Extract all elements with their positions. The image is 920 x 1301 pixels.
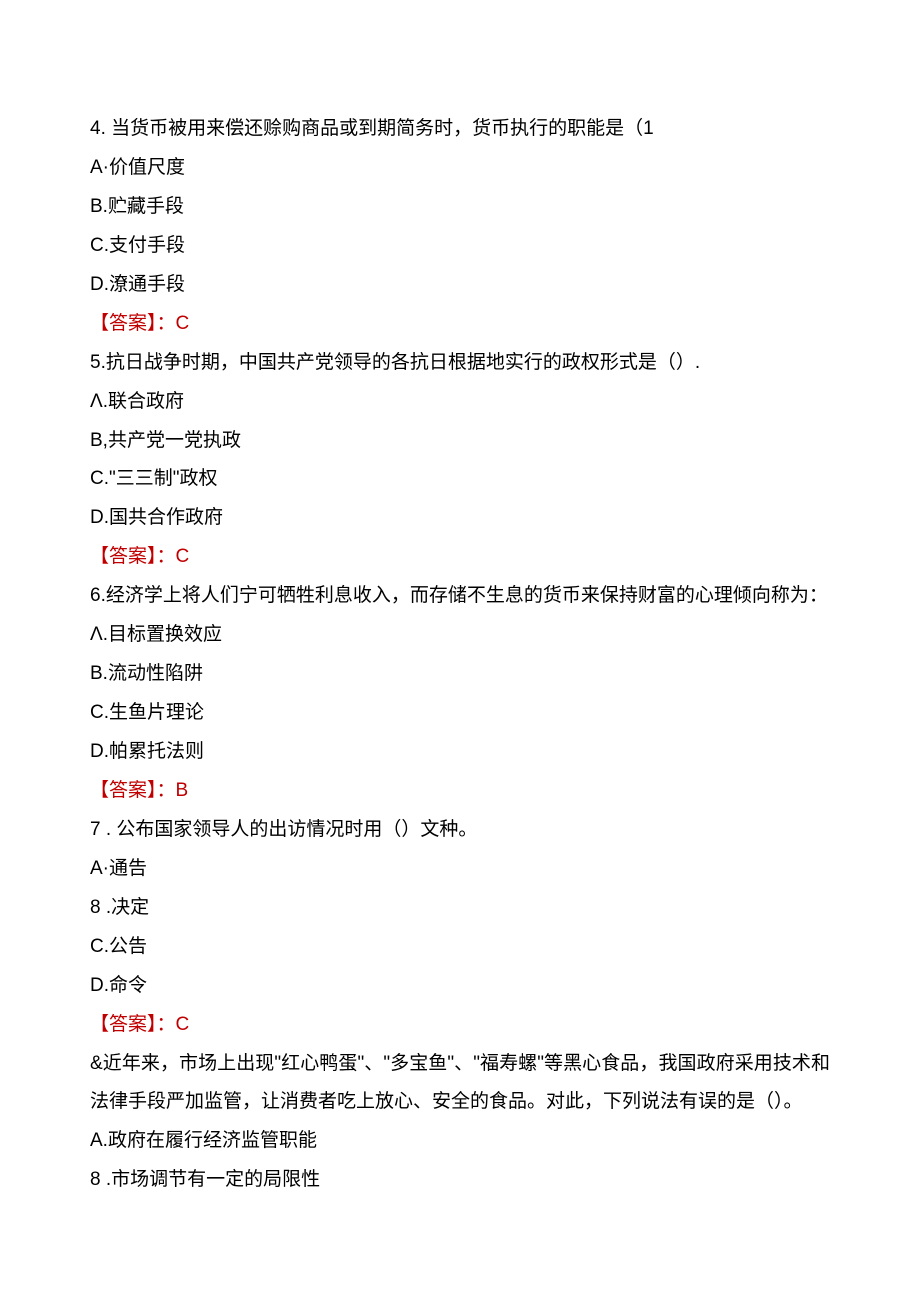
option-label: C. — [90, 235, 109, 256]
question-content: 近年来，市场上出现"红心鸭蛋"、"多宝鱼"、"福寿螺"等黑心食品，我国政府采用技… — [90, 1053, 830, 1113]
answer-value: C — [176, 546, 190, 567]
answer-label: 【答案】： — [90, 780, 176, 801]
question-block: 5.抗日战争时期，中国共产党领导的各抗日根据地实行的政权形式是（）. Λ.联合政… — [90, 344, 830, 578]
option-label: B. — [90, 663, 108, 684]
option: B.贮藏手段 — [90, 188, 830, 227]
option-text: 潦通手段 — [109, 274, 185, 295]
option-text: 命令 — [109, 975, 147, 996]
question-text: 4. 当货币被用来偿还赊购商品或到期简务时，货币执行的职能是（1 — [90, 110, 830, 149]
question-number: & — [90, 1053, 103, 1074]
answer-label: 【答案】： — [90, 313, 176, 334]
option-label: D. — [90, 274, 109, 295]
option: A·通告 — [90, 850, 830, 889]
option-text: 帕累托法则 — [109, 741, 204, 762]
option: D.潦通手段 — [90, 266, 830, 305]
answer-value: B — [176, 780, 189, 801]
option-text: 国共合作政府 — [109, 507, 223, 528]
question-number: 7 — [90, 819, 101, 840]
option: C.生鱼片理论 — [90, 694, 830, 733]
answer: 【答案】：C — [90, 1006, 830, 1045]
question-content: 抗日战争时期，中国共产党领导的各抗日根据地实行的政权形式是（）. — [106, 352, 700, 373]
option: Λ.联合政府 — [90, 383, 830, 422]
question-number: 6. — [90, 585, 106, 606]
option-text: 通告 — [109, 858, 147, 879]
option-text: 政府在履行经济监管职能 — [108, 1130, 317, 1151]
option-text: 支付手段 — [109, 235, 185, 256]
question-block: 6.经济学上将人们宁可牺牲利息收入，而存储不生息的货币来保持财富的心理倾向称为：… — [90, 577, 830, 811]
option: A·价值尺度 — [90, 149, 830, 188]
question-block: 4. 当货币被用来偿还赊购商品或到期简务时，货币执行的职能是（1 A·价值尺度 … — [90, 110, 830, 344]
answer: 【答案】：B — [90, 772, 830, 811]
option-text: "三三制"政权 — [109, 468, 218, 489]
option: 8 .决定 — [90, 889, 830, 928]
answer: 【答案】：C — [90, 538, 830, 577]
question-content: 当货币被用来偿还赊购商品或到期简务时，货币执行的职能是（1 — [106, 118, 654, 139]
option-label: 8 — [90, 1169, 101, 1190]
option-label: Λ. — [90, 624, 108, 645]
option-label: B. — [90, 196, 108, 217]
question-block: 7 . 公布国家领导人的出访情况时用（）文种。 A·通告 8 .决定 C.公告 … — [90, 811, 830, 1045]
option-text: 共产党一党执政 — [108, 430, 241, 451]
option-text: 目标置换效应 — [108, 624, 222, 645]
question-text: 7 . 公布国家领导人的出访情况时用（）文种。 — [90, 811, 830, 850]
option-text: 流动性陷阱 — [108, 663, 203, 684]
answer-value: C — [176, 1014, 190, 1035]
question-text: 6.经济学上将人们宁可牺牲利息收入，而存储不生息的货币来保持财富的心理倾向称为： — [90, 577, 830, 616]
option-text: 生鱼片理论 — [109, 702, 204, 723]
question-number: 5. — [90, 352, 106, 373]
option-label: D. — [90, 741, 109, 762]
option: D.帕累托法则 — [90, 733, 830, 772]
option: D.命令 — [90, 967, 830, 1006]
option: B.流动性陷阱 — [90, 655, 830, 694]
question-number: 4. — [90, 118, 106, 139]
option-label: D. — [90, 975, 109, 996]
option-label: 8 — [90, 897, 101, 918]
option-label: C. — [90, 702, 109, 723]
option: B,共产党一党执政 — [90, 422, 830, 461]
answer-label: 【答案】： — [90, 546, 176, 567]
option-label: A. — [90, 1130, 108, 1151]
question-text: &近年来，市场上出现"红心鸭蛋"、"多宝鱼"、"福寿螺"等黑心食品，我国政府采用… — [90, 1045, 830, 1123]
question-content: 经济学上将人们宁可牺牲利息收入，而存储不生息的货币来保持财富的心理倾向称为： — [106, 585, 828, 606]
answer: 【答案】：C — [90, 305, 830, 344]
option: C.公告 — [90, 928, 830, 967]
option-text: .市场调节有一定的局限性 — [101, 1169, 321, 1190]
answer-value: C — [176, 313, 190, 334]
option-text: 公告 — [109, 936, 147, 957]
option-label: A· — [90, 157, 109, 178]
question-content: . 公布国家领导人的出访情况时用（）文种。 — [101, 819, 478, 840]
option: A.政府在履行经济监管职能 — [90, 1122, 830, 1161]
question-text: 5.抗日战争时期，中国共产党领导的各抗日根据地实行的政权形式是（）. — [90, 344, 830, 383]
option-label: B, — [90, 430, 108, 451]
option-text: 价值尺度 — [109, 157, 185, 178]
option: C.支付手段 — [90, 227, 830, 266]
option-label: C. — [90, 936, 109, 957]
option-label: A· — [90, 858, 109, 879]
answer-label: 【答案】： — [90, 1014, 176, 1035]
option: Λ.目标置换效应 — [90, 616, 830, 655]
option: D.国共合作政府 — [90, 499, 830, 538]
option-label: C. — [90, 468, 109, 489]
option-text: 贮藏手段 — [108, 196, 184, 217]
option: C."三三制"政权 — [90, 460, 830, 499]
option-text: .决定 — [101, 897, 150, 918]
option-label: D. — [90, 507, 109, 528]
option: 8 .市场调节有一定的局限性 — [90, 1161, 830, 1200]
option-label: Λ. — [90, 391, 108, 412]
option-text: 联合政府 — [108, 391, 184, 412]
question-block: &近年来，市场上出现"红心鸭蛋"、"多宝鱼"、"福寿螺"等黑心食品，我国政府采用… — [90, 1045, 830, 1201]
